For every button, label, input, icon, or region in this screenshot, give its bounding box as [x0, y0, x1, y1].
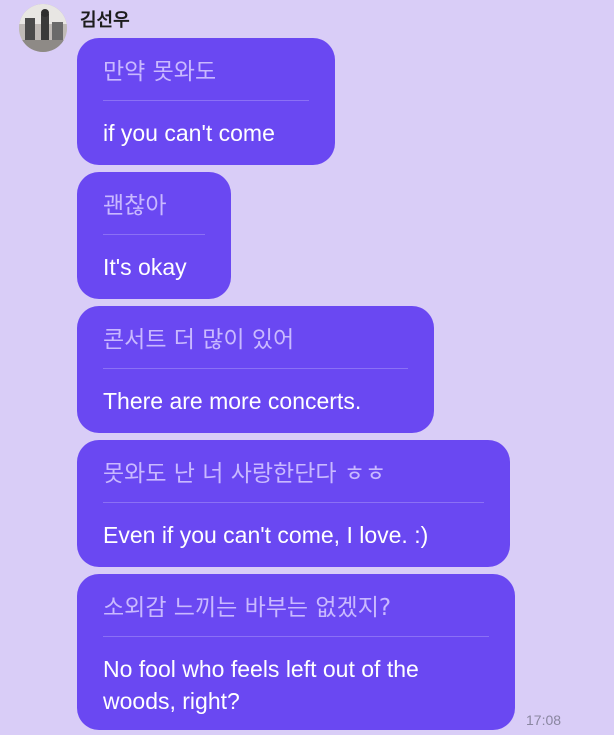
message-divider	[103, 368, 408, 369]
message-original-text: 만약 못와도	[103, 59, 217, 85]
message-translation-text: Even if you can't come, I love. :)	[103, 522, 429, 548]
sender-name: 김선우	[80, 10, 130, 31]
message-bubble-2[interactable]: 괜찮아 It's okay	[77, 172, 231, 299]
message-translation-text: No fool who feels left out of the woods,…	[103, 656, 419, 714]
avatar-image	[19, 4, 67, 52]
message-divider	[103, 502, 484, 503]
message-bubble-1[interactable]: 만약 못와도 if you can't come	[77, 38, 335, 165]
message-original-text: 괜찮아	[103, 193, 167, 219]
message-bubble-3[interactable]: 콘서트 더 많이 있어 There are more concerts.	[77, 306, 434, 433]
message-bubble-5[interactable]: 소외감 느끼는 바부는 없겠지? No fool who feels left …	[77, 574, 515, 730]
message-original-text: 콘서트 더 많이 있어	[103, 327, 295, 353]
message-divider	[103, 234, 205, 235]
message-translation-text: if you can't come	[103, 120, 275, 146]
message-original-text: 못와도 난 너 사랑한단다 ㅎㅎ	[103, 461, 387, 487]
message-divider	[103, 100, 309, 101]
message-translation-text: There are more concerts.	[103, 388, 362, 414]
avatar[interactable]	[19, 4, 67, 52]
message-timestamp: 17:08	[526, 712, 562, 728]
message-bubble-4[interactable]: 못와도 난 너 사랑한단다 ㅎㅎ Even if you can't come,…	[77, 440, 510, 567]
message-divider	[103, 636, 489, 637]
message-translation-text: It's okay	[103, 254, 187, 280]
message-original-text: 소외감 느끼는 바부는 없겠지?	[103, 595, 392, 621]
